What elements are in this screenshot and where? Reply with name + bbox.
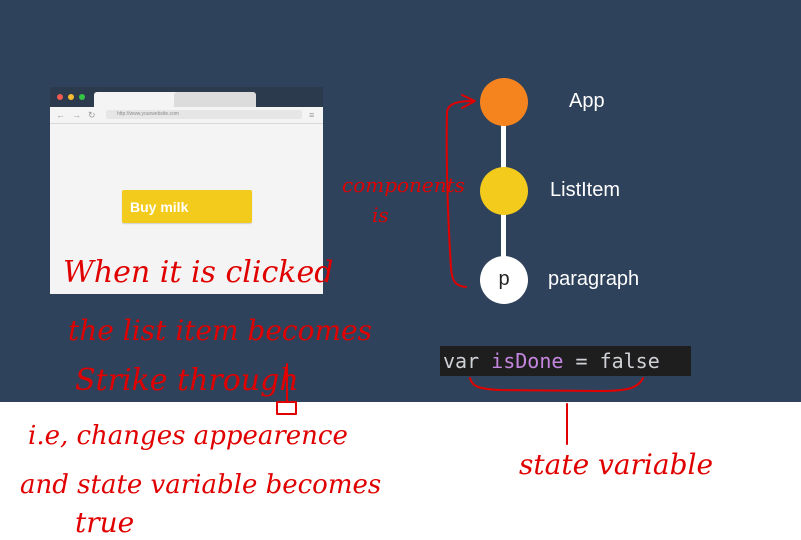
annotation-true: true [75, 506, 134, 539]
annotation-strike: Strike through [75, 363, 299, 398]
annotation-is: is [372, 203, 389, 227]
annotation-state: and state variable becomes [20, 470, 381, 500]
annotation-appearance: i.e, changes appearence [28, 421, 348, 451]
handwritten-annotations: components is When it is clicked the lis… [20, 94, 713, 539]
annotation-components: components [342, 173, 465, 197]
annotation-clicked: When it is clicked [63, 255, 333, 290]
annotation-list-item: the list item becomes [68, 314, 372, 347]
underline-isdone [469, 377, 644, 392]
annotation-state-variable: state variable [519, 448, 713, 481]
